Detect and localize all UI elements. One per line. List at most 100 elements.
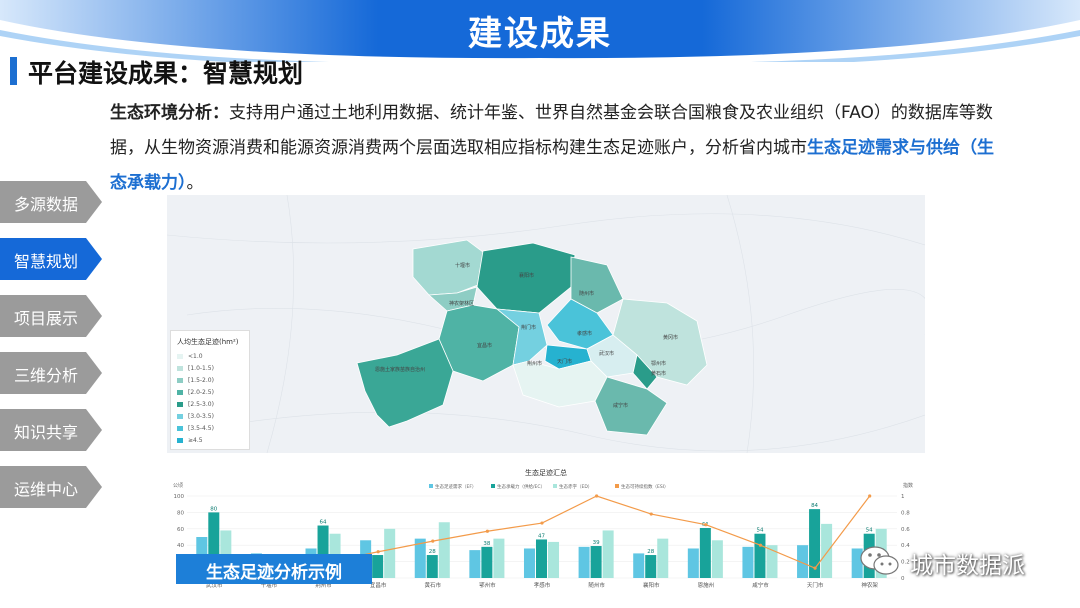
esi-point [540,521,544,525]
map-legend: 人均生态足迹(hm²) <1.0 [1.0-1.5) [1.5-2.0) [2.… [170,330,250,450]
legend-swatch [177,390,183,395]
x-tick-label: 咸宁市 [752,581,769,589]
legend-label: [2.5-3.0) [188,401,214,408]
svg-text:武汉市: 武汉市 [599,350,614,357]
esi-point [431,539,435,543]
bar-ec [481,546,493,578]
chart-legend-entry: 生态可持续指数（ESI） [621,483,669,490]
svg-text:咸宁市: 咸宁市 [613,402,628,409]
svg-text:孝感市: 孝感市 [577,330,592,337]
bar-ed [821,523,833,578]
bar-ed [384,528,396,578]
legend-swatch [491,484,495,488]
esi-point [868,494,872,498]
nav-item-3d-analysis[interactable]: 三维分析 [0,352,102,394]
x-tick-label: 随州市 [588,581,605,589]
legend-swatch [177,378,183,383]
chart-panel: 生态足迹汇总 生态足迹需求（EF） 生态承载力（供给/EC） 生态赤字（ED） 生态可… [167,460,925,608]
nav-item-smart-planning[interactable]: 智慧规划 [0,238,102,280]
nav-item-project-showcase[interactable]: 项目展示 [0,295,102,337]
bar-ed [657,538,669,578]
bar-data-label: 54 [866,528,873,534]
nav-item-multisource-data[interactable]: 多源数据 [0,181,102,223]
legend-row: ≥4.5 [177,437,203,444]
watermark: 城市数据派 [858,541,1058,581]
bar-ef [742,546,754,578]
svg-text:随州市: 随州市 [579,290,594,297]
legend-row: [1.5-2.0) [177,377,214,384]
chart-right-unit: 指数 [903,482,913,489]
footprint-chart: 生态足迹汇总 生态足迹需求（EF） 生态承载力（供给/EC） 生态赤字（ED） 生态可… [173,468,913,589]
legend-row: [1.0-1.5) [177,365,214,372]
chart-legend: 生态足迹需求（EF） 生态承载力（供给/EC） 生态赤字（ED） 生态可持续指数（ES… [429,483,669,490]
x-tick-label: 恩施州 [698,581,715,589]
svg-text:宜昌市: 宜昌市 [477,342,492,349]
bar-data-label: 84 [811,503,818,509]
x-tick-label: 宜昌市 [370,581,387,589]
y-tick-label: 80 [177,510,184,516]
y-tick-label: 40 [177,543,184,549]
legend-swatch [615,484,619,488]
bar-data-label: 47 [538,533,545,539]
esi-point [813,566,817,570]
legend-row: [2.5-3.0) [177,401,214,408]
nav-item-knowledge-sharing[interactable]: 知识共享 [0,409,102,451]
intro-label: 生态环境分析： [110,103,229,123]
bar-ec [535,539,548,578]
legend-swatch [177,414,183,419]
region-shiyan [412,239,488,296]
legend-label: [1.5-2.0) [188,377,214,384]
svg-text:黄石市: 黄石市 [651,370,666,377]
esi-point [376,550,380,554]
caption-box: 生态足迹分析示例 [176,554,372,584]
bar-ed [438,522,450,578]
bar-ec [645,555,657,578]
bar-ef [687,548,699,578]
bar-data-label: 39 [593,540,600,546]
bar-ec [754,533,766,578]
x-tick-label: 黄石市 [425,581,442,589]
nav-label: 三维分析 [14,366,79,385]
chart-legend-entry: 生态承载力（供给/EC） [497,483,545,490]
legend-label: [1.0-1.5) [188,365,214,372]
x-tick-label: 鄂州市 [479,581,496,589]
chart-title: 生态足迹汇总 [525,468,567,477]
bar-data-label: 80 [210,506,217,512]
bar-ef [633,553,645,578]
chart-legend-entry: 生态赤字（ED） [559,483,592,490]
bar-data-label: 38 [483,541,490,547]
y2-tick-label: 0.8 [901,510,910,516]
legend-label: [3.5-4.5) [188,425,214,432]
x-tick-label: 天门市 [807,581,824,589]
nav-label: 多源数据 [14,195,79,214]
watermark-text: 城市数据派 [910,553,1025,579]
map-panel[interactable]: 十堰市 襄阳市 随州市 神农架林区 宜昌市 荆门市 孝感市 天门市 武汉市 鄂州… [167,195,925,453]
svg-text:十堰市: 十堰市 [455,262,470,269]
legend-swatch [177,426,183,431]
province-map: 十堰市 襄阳市 随州市 神农架林区 宜昌市 荆门市 孝感市 天门市 武汉市 鄂州… [167,195,925,453]
svg-text:天门市: 天门市 [557,358,572,365]
y2-tick-label: 1 [901,494,905,500]
svg-text:黄冈市: 黄冈市 [663,334,678,341]
bar-ed [711,540,723,578]
section-title: 平台建设成果：智慧规划 [28,59,304,88]
bar-ec [590,546,602,578]
region-xianning [594,376,668,436]
legend-label: [2.0-2.5) [188,389,214,396]
caption-text: 生态足迹分析示例 [206,563,342,583]
bar-data-label: 54 [756,528,763,534]
svg-text:神农架林区: 神农架林区 [449,300,474,307]
bar-data-label: 28 [647,549,654,555]
svg-text:荆州市: 荆州市 [527,360,542,367]
bar-ed [493,538,505,578]
wechat-icon [860,546,899,575]
bar-ef [469,550,481,578]
banner-title: 建设成果 [468,14,612,54]
nav-item-ops-center[interactable]: 运维中心 [0,466,102,508]
legend-swatch [177,402,183,407]
y-tick-label: 100 [174,494,185,500]
x-tick-label: 襄阳市 [643,581,660,589]
x-tick-label: 孝感市 [534,581,551,589]
legend-label: [3.0-3.5) [188,413,214,420]
y-tick-label: 60 [177,527,184,533]
